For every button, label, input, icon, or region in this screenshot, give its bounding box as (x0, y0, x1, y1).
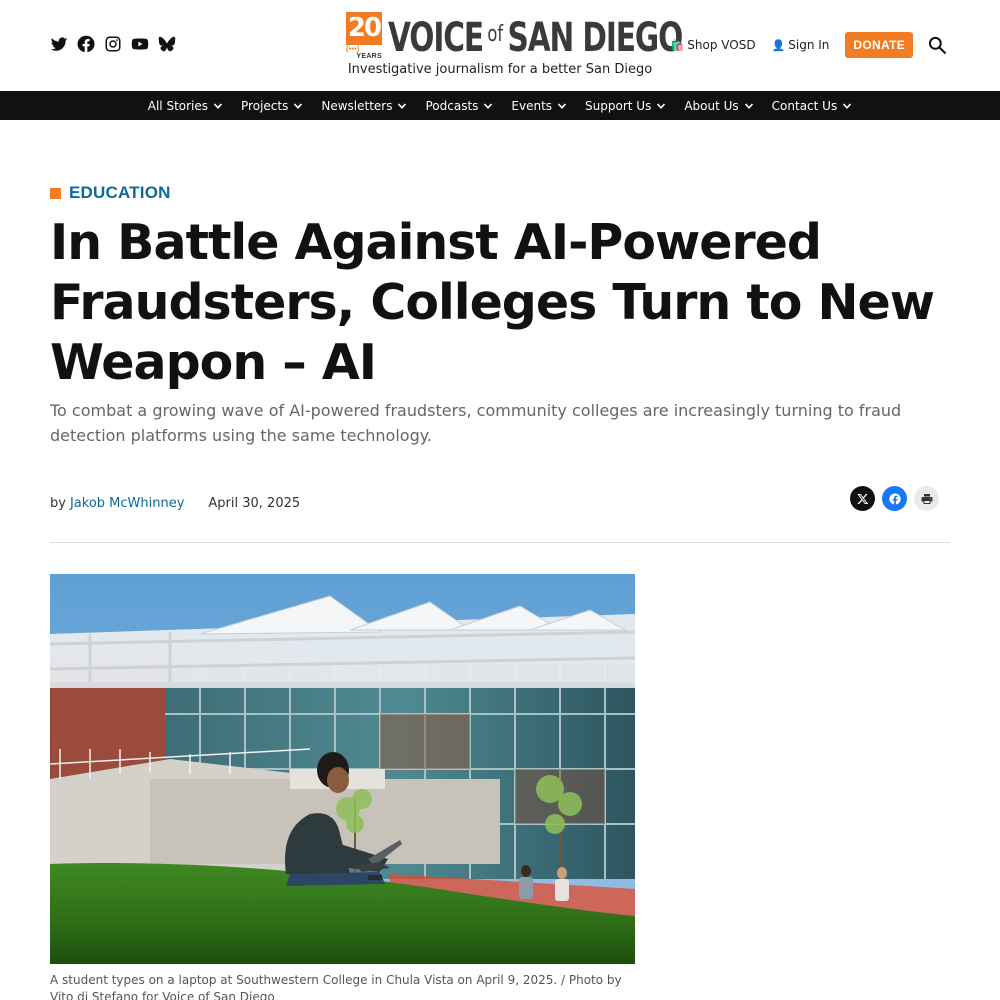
anniversary-badge: 20 (•••) YEARS (346, 12, 382, 60)
nav-item-label: About Us (684, 98, 739, 113)
author-link[interactable]: Jakob McWhinney (70, 496, 184, 511)
twitter-icon[interactable] (50, 35, 68, 53)
byline-prefix: by (50, 496, 66, 511)
header-actions: 🛍️ Shop VOSD 👤 Sign In DONATE (671, 32, 947, 58)
nav-item-label: Newsletters (321, 98, 393, 113)
nav-item-about-us[interactable]: About Us (684, 99, 753, 113)
badge-number: 20 (346, 12, 382, 45)
facebook-icon[interactable] (77, 35, 95, 53)
chevron-down-icon (213, 101, 223, 111)
donate-button[interactable]: DONATE (845, 32, 913, 58)
byline-divider (50, 542, 950, 543)
nav-item-events[interactable]: Events (511, 99, 567, 113)
publish-date: April 30, 2025 (208, 496, 301, 511)
photo-caption: A student types on a laptop at Southwest… (50, 973, 622, 1000)
user-icon: 👤 (771, 38, 786, 52)
nav-item-newsletters[interactable]: Newsletters (321, 99, 407, 113)
youtube-icon[interactable] (131, 35, 149, 53)
chevron-down-icon (293, 101, 303, 111)
main-nav: All Stories Projects Newsletters Podcasts Ev… (0, 91, 1000, 120)
logo-wordmark: VOICE of SAN DIEGO (388, 15, 683, 61)
nav-item-projects[interactable]: Projects (241, 99, 303, 113)
chevron-down-icon (557, 101, 567, 111)
badge-years: (•••) YEARS (346, 46, 382, 60)
article-title: In Battle Against AI-Powered Fraudsters,… (50, 214, 935, 391)
article-dek: To combat a growing wave of AI-powered f… (50, 401, 902, 445)
chevron-down-icon (744, 101, 754, 111)
facebook-icon[interactable] (882, 486, 907, 511)
shop-link[interactable]: 🛍️ Shop VOSD (671, 38, 756, 52)
chevron-down-icon (397, 101, 407, 111)
social-links (50, 35, 176, 53)
sign-in-link[interactable]: 👤 Sign In (772, 38, 830, 52)
nav-item-podcasts[interactable]: Podcasts (425, 99, 493, 113)
category-label: EDUCATION (69, 183, 171, 202)
print-icon[interactable] (914, 486, 939, 511)
category-marker (50, 187, 61, 199)
site-tagline: Investigative journalism for a better Sa… (347, 62, 653, 77)
category-link[interactable]: EDUCATION (50, 183, 171, 203)
nav-item-all-stories[interactable]: All Stories (148, 99, 223, 113)
nav-item-label: All Stories (147, 98, 209, 113)
site-header: 20 (•••) YEARS VOICE of SAN DIEGO Investiga… (0, 0, 1000, 90)
nav-item-support-us[interactable]: Support Us (585, 99, 666, 113)
nav-item-label: Podcasts (425, 98, 479, 113)
x-icon[interactable] (850, 486, 875, 511)
nav-item-label: Contact Us (771, 98, 838, 113)
search-icon[interactable] (927, 35, 947, 55)
share-buttons (850, 486, 939, 511)
chevron-down-icon (483, 101, 493, 111)
nav-item-label: Support Us (585, 98, 652, 113)
nav-item-label: Events (511, 98, 553, 113)
chevron-down-icon (842, 101, 852, 111)
featured-photo (50, 574, 635, 964)
nav-item-label: Projects (241, 98, 289, 113)
byline: by Jakob McWhinney April 30, 2025 (50, 496, 300, 511)
chevron-down-icon (656, 101, 666, 111)
shopping-bag-icon: 🛍️ (670, 38, 685, 52)
instagram-icon[interactable] (104, 35, 122, 53)
bluesky-icon[interactable] (158, 35, 176, 53)
nav-item-contact-us[interactable]: Contact Us (772, 99, 853, 113)
